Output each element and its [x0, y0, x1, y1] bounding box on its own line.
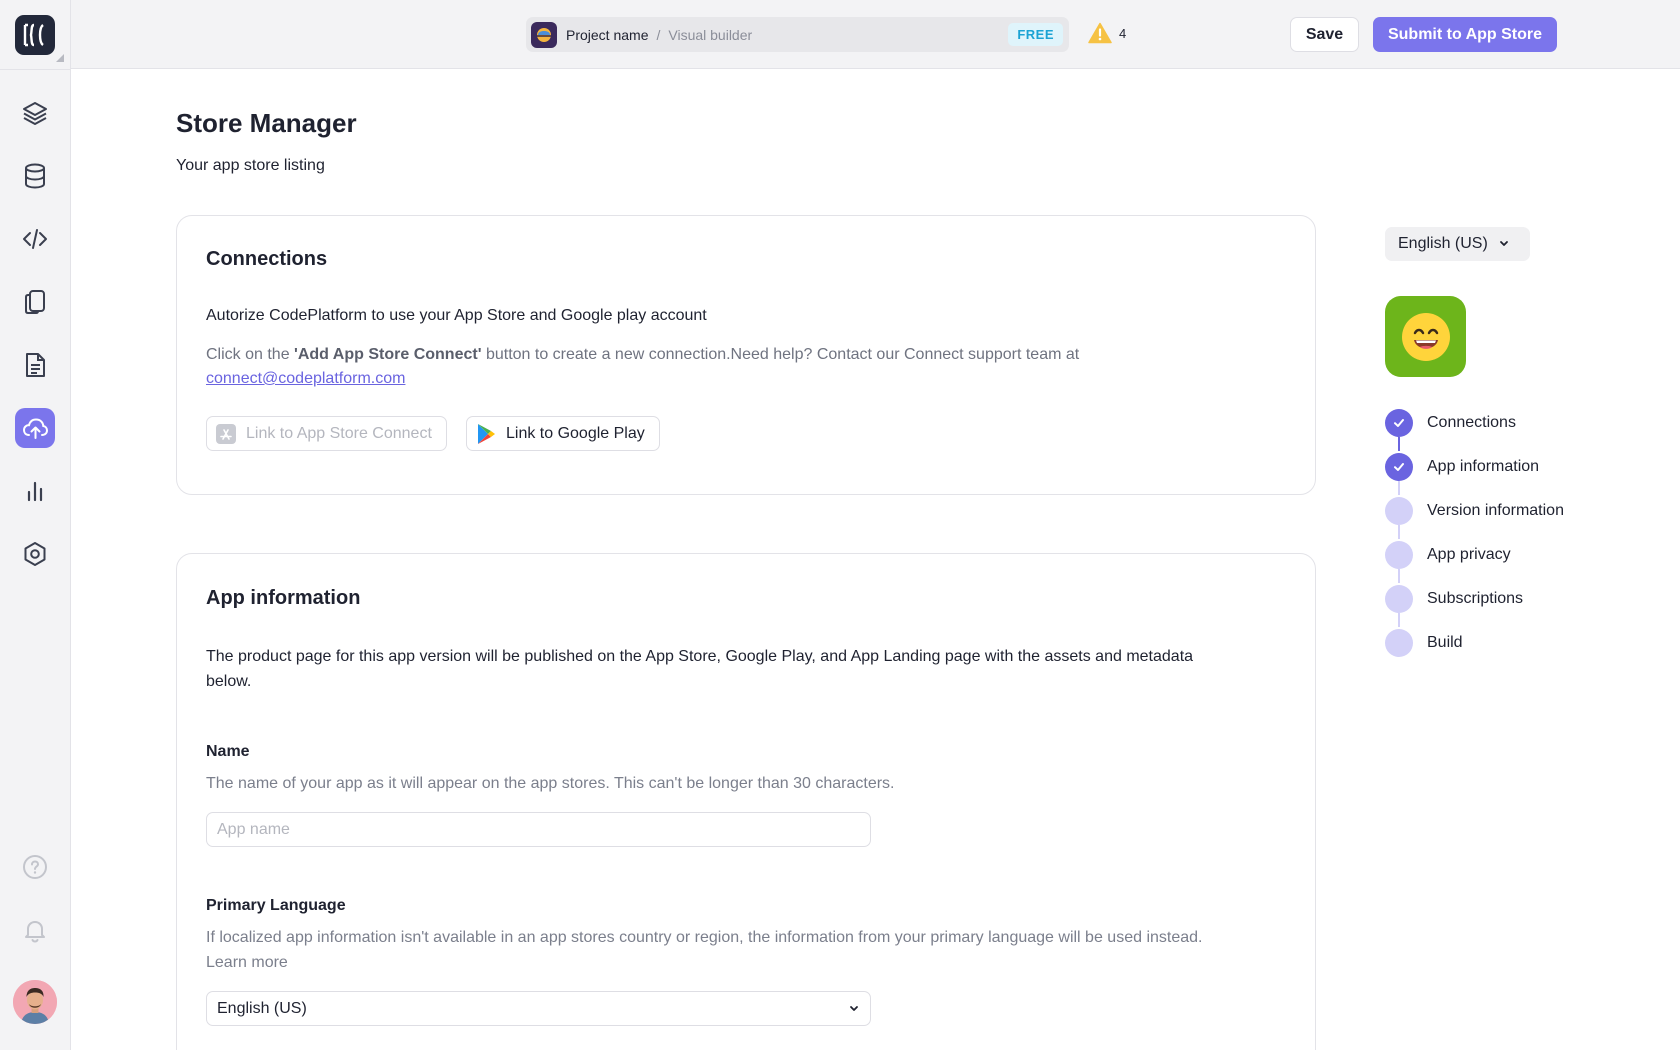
nav-analytics[interactable]	[15, 471, 55, 511]
help-suffix: button to create a new connection.Need h…	[481, 346, 1080, 363]
cloud-upload-icon	[22, 418, 49, 439]
step-dot	[1385, 585, 1413, 613]
step-app-information[interactable]: App information	[1385, 445, 1564, 495]
step-dot	[1385, 497, 1413, 525]
step-label: Subscriptions	[1427, 590, 1524, 607]
warnings[interactable]: 4	[1088, 22, 1126, 44]
project-name[interactable]: Project name	[566, 27, 648, 43]
language-dropdown[interactable]: English (US)	[1385, 227, 1530, 261]
primary-language-help: If localized app information isn't avail…	[206, 925, 1266, 975]
primary-language-select[interactable]: English (US)	[206, 991, 871, 1026]
link-app-store-label: Link to App Store Connect	[246, 424, 432, 442]
google-play-icon	[478, 423, 495, 444]
chevron-down-icon	[1499, 241, 1508, 246]
sidebar	[0, 0, 71, 1050]
step-label: Build	[1427, 634, 1463, 651]
check-icon	[1394, 463, 1404, 471]
nav-database[interactable]	[15, 156, 55, 196]
step-label: Version information	[1427, 502, 1564, 519]
primary-language-label: Primary Language	[206, 897, 346, 914]
logo[interactable]	[15, 15, 55, 55]
primary-language-value: English (US)	[217, 999, 307, 1017]
check-icon	[1394, 419, 1404, 427]
project-icon	[531, 21, 557, 48]
step-check	[1385, 409, 1413, 437]
logo-icon	[23, 23, 44, 47]
help-prefix: Click on the	[206, 346, 295, 363]
nav-notifications[interactable]	[15, 910, 55, 950]
smiling-emoji-icon	[1401, 312, 1450, 361]
app-store-icon	[216, 423, 236, 444]
step-check	[1385, 453, 1413, 481]
help-bold: 'Add App Store Connect'	[294, 346, 482, 363]
connections-text: Autorize CodePlatform to use your App St…	[206, 307, 707, 324]
step-label: App information	[1427, 458, 1540, 475]
resize-corner-icon	[56, 54, 64, 62]
devices-icon	[25, 290, 45, 314]
nav-document[interactable]	[15, 345, 55, 385]
language-value: English (US)	[1398, 235, 1488, 252]
learn-more-link[interactable]: Learn more	[206, 954, 288, 971]
step-dot	[1385, 629, 1413, 657]
sidebar-divider	[0, 69, 71, 70]
breadcrumb-separator: /	[656, 26, 661, 43]
project-logo-icon	[537, 27, 551, 42]
nav-devices[interactable]	[15, 282, 55, 322]
chevron-down-icon	[850, 1005, 858, 1011]
link-google-play-button[interactable]: Link to Google Play	[466, 416, 660, 451]
step-label: Connections	[1427, 414, 1516, 431]
nav-store-manager[interactable]	[15, 408, 55, 448]
app-icon[interactable]	[1385, 296, 1466, 377]
primary-language-help-text: If localized app information isn't avail…	[206, 929, 1203, 946]
page-subtitle: Your app store listing	[176, 157, 325, 174]
warning-count: 4	[1119, 25, 1127, 41]
bell-icon	[25, 921, 45, 943]
support-email-link[interactable]: connect@codeplatform.com	[206, 370, 405, 387]
project-breadcrumb[interactable]: Project name / Visual builder FREE	[526, 17, 1069, 52]
step-subscriptions[interactable]: Subscriptions	[1385, 577, 1564, 627]
document-icon	[26, 353, 45, 377]
app-information-card: App information The product page for thi…	[176, 553, 1316, 1050]
connections-help: Click on the 'Add App Store Connect' but…	[206, 343, 1106, 391]
link-app-store-button[interactable]: Link to App Store Connect	[206, 416, 447, 451]
app-information-description: The product page for this app version wi…	[206, 648, 1194, 690]
link-google-play-label: Link to Google Play	[506, 424, 645, 442]
app-information-title: App information	[206, 587, 361, 609]
help-icon	[23, 855, 47, 879]
layers-icon	[23, 102, 47, 125]
topbar: Project name / Visual builder FREE 4 Sav…	[71, 0, 1680, 69]
user-avatar-icon	[13, 980, 57, 1024]
analytics-icon	[27, 481, 43, 502]
step-connections[interactable]: Connections	[1385, 401, 1564, 451]
settings-icon	[24, 542, 46, 566]
app-name-input[interactable]	[206, 812, 871, 847]
connections-title: Connections	[206, 248, 328, 270]
avatar[interactable]	[13, 980, 57, 1024]
step-build[interactable]: Build	[1385, 621, 1564, 665]
page-title: Store Manager	[176, 108, 357, 138]
plan-badge: FREE	[1008, 23, 1063, 46]
nav-layers[interactable]	[15, 93, 55, 133]
code-icon	[23, 229, 47, 249]
submit-button[interactable]: Submit to App Store	[1373, 17, 1557, 52]
step-label: App privacy	[1427, 546, 1511, 563]
database-icon	[25, 163, 45, 189]
warning-icon	[1088, 22, 1112, 44]
progress-steps: Connections App information Version info…	[1385, 401, 1564, 665]
nav-help[interactable]	[15, 847, 55, 887]
name-help: The name of your app as it will appear o…	[206, 775, 895, 792]
name-label: Name	[206, 743, 250, 760]
nav-code[interactable]	[15, 219, 55, 259]
save-button[interactable]: Save	[1290, 17, 1359, 52]
step-dot	[1385, 541, 1413, 569]
connections-card: Connections Autorize CodePlatform to use…	[176, 215, 1316, 495]
step-version-information[interactable]: Version information	[1385, 489, 1564, 539]
step-app-privacy[interactable]: App privacy	[1385, 533, 1564, 583]
breadcrumb-section: Visual builder	[668, 26, 753, 43]
nav-settings[interactable]	[15, 534, 55, 574]
